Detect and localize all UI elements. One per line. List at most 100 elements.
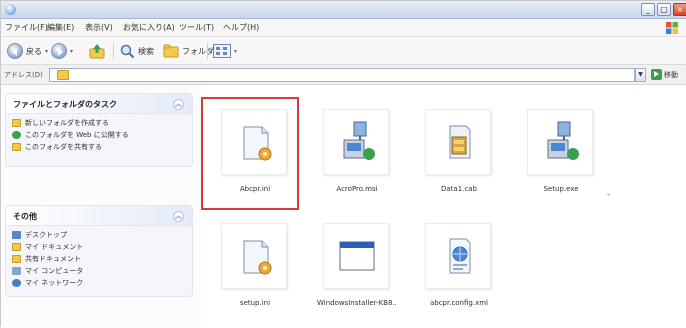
file-item[interactable]: AcroPro.msi	[317, 109, 397, 205]
globe-icon	[12, 131, 21, 139]
title-bar: _ □ ×	[1, 1, 686, 19]
file-name: Data1.cab	[441, 185, 477, 193]
views-grid-icon	[213, 44, 231, 58]
search-button[interactable]: 検索	[119, 41, 154, 61]
address-bar: アドレス(D) ▼ 移動	[1, 65, 686, 85]
selection-highlight-box	[201, 97, 299, 210]
place-desktop[interactable]: デスクトップ	[12, 230, 192, 240]
search-icon	[120, 44, 135, 59]
file-name: Setup.exe	[543, 185, 579, 193]
folder-icon	[57, 70, 69, 80]
installer-msi-icon	[343, 121, 375, 160]
file-tasks-header[interactable]: ファイルとフォルダのタスク ︽	[6, 94, 192, 114]
place-my-documents[interactable]: マイ ドキュメント	[12, 242, 192, 252]
task-label: このフォルダを Web に公開する	[25, 131, 129, 139]
go-button[interactable]: 移動	[651, 69, 678, 80]
other-places-header[interactable]: その他 ︽	[6, 206, 192, 226]
file-thumbnail	[527, 109, 593, 175]
chevron-down-icon: ▾	[234, 47, 238, 55]
forward-button[interactable]: ▾	[51, 41, 73, 61]
menu-help[interactable]: ヘルプ(H)	[223, 22, 259, 33]
file-item[interactable]: Data1.cab	[419, 109, 499, 205]
place-label: デスクトップ	[25, 231, 67, 239]
other-places-panel: その他 ︽ デスクトップ マイ ドキュメント 共有ドキュメント マイ コンピュー…	[5, 205, 193, 297]
file-item[interactable]: WindowsInstaller-KB8...	[317, 223, 397, 319]
file-item[interactable]: setup.ini	[215, 223, 295, 319]
other-places-title: その他	[13, 212, 37, 221]
menu-bar: ファイル(F) 編集(E) 表示(V) お気に入り(A) ツール(T) ヘルプ(…	[1, 19, 686, 37]
task-share-folder[interactable]: このフォルダを共有する	[12, 142, 192, 152]
toolbar-separator	[113, 43, 114, 59]
network-icon	[12, 279, 21, 287]
task-label: このフォルダを共有する	[25, 143, 102, 151]
place-label: マイ ネットワーク	[25, 279, 84, 287]
file-item[interactable]: abcpr.config.xml	[419, 223, 499, 319]
folders-icon	[163, 44, 179, 58]
collapse-chevron-icon[interactable]: ︽	[173, 99, 184, 110]
menu-file[interactable]: ファイル(F)	[5, 22, 48, 33]
window-app-icon	[339, 241, 375, 271]
desktop-icon	[12, 231, 21, 239]
file-thumbnail	[425, 223, 491, 289]
task-new-folder[interactable]: 新しいフォルダを作成する	[12, 118, 192, 128]
menu-view[interactable]: 表示(V)	[85, 22, 113, 33]
installer-exe-icon	[547, 121, 579, 160]
stray-mark: -	[607, 190, 610, 199]
file-name: setup.ini	[239, 299, 271, 307]
task-publish-web[interactable]: このフォルダを Web に公開する	[12, 130, 192, 140]
file-thumbnail	[323, 109, 389, 175]
windows-flag-icon	[666, 22, 678, 34]
file-name: AcroPro.msi	[336, 185, 378, 193]
toolbar: 戻る ▾ ▾ 検索 フォルダ ▾	[1, 37, 686, 65]
new-folder-icon	[12, 119, 21, 127]
address-label: アドレス(D)	[4, 71, 43, 79]
ini-settings-icon	[243, 240, 272, 275]
cabinet-icon	[449, 125, 471, 159]
back-button[interactable]: 戻る ▾	[7, 41, 48, 61]
task-label: 新しいフォルダを作成する	[25, 119, 109, 127]
minimize-button[interactable]: _	[641, 3, 655, 16]
file-thumbnail	[323, 223, 389, 289]
collapse-chevron-icon[interactable]: ︽	[173, 211, 184, 222]
forward-arrow-icon	[51, 43, 67, 59]
views-button[interactable]: ▾	[213, 41, 237, 61]
place-my-computer[interactable]: マイ コンピュータ	[12, 266, 192, 276]
documents-folder-icon	[12, 243, 21, 251]
file-name: abcpr.config.xml	[429, 299, 489, 307]
place-label: マイ コンピュータ	[25, 267, 84, 275]
maximize-button[interactable]: □	[657, 3, 671, 16]
back-label: 戻る	[26, 46, 42, 56]
place-label: 共有ドキュメント	[25, 255, 81, 263]
shared-folder-icon	[12, 143, 21, 151]
file-thumbnail	[221, 223, 287, 289]
file-tasks-panel: ファイルとフォルダのタスク ︽ 新しいフォルダを作成する このフォルダを Web…	[5, 93, 193, 167]
chevron-down-icon: ▾	[45, 47, 49, 55]
task-pane: ファイルとフォルダのタスク ︽ 新しいフォルダを作成する このフォルダを Web…	[1, 85, 201, 328]
explorer-window: _ □ × ファイル(F) 編集(E) 表示(V) お気に入り(A) ツール(T…	[0, 0, 686, 328]
file-name: WindowsInstaller-KB8...	[317, 299, 397, 307]
menu-edit[interactable]: 編集(E)	[47, 22, 74, 33]
up-folder-button[interactable]	[89, 41, 105, 61]
file-tasks-title: ファイルとフォルダのタスク	[13, 100, 117, 109]
computer-icon	[12, 267, 21, 275]
back-arrow-icon	[7, 43, 23, 59]
place-label: マイ ドキュメント	[25, 243, 84, 251]
close-button[interactable]: ×	[673, 3, 686, 16]
file-item[interactable]: Setup.exe	[521, 109, 601, 205]
address-dropdown-button[interactable]: ▼	[635, 68, 646, 82]
address-input[interactable]	[49, 68, 635, 82]
menu-tools[interactable]: ツール(T)	[179, 22, 214, 33]
place-shared-documents[interactable]: 共有ドキュメント	[12, 254, 192, 264]
menu-favorites[interactable]: お気に入り(A)	[123, 22, 175, 33]
go-arrow-icon	[651, 69, 662, 80]
place-my-network[interactable]: マイ ネットワーク	[12, 278, 192, 288]
up-folder-icon	[89, 44, 105, 59]
folders-label: フォルダ	[182, 46, 214, 56]
go-label: 移動	[664, 70, 678, 79]
window-icon	[5, 4, 16, 15]
toolbar-separator	[207, 43, 208, 59]
chevron-down-icon: ▾	[70, 47, 74, 55]
xml-web-icon	[449, 238, 471, 274]
search-label: 検索	[138, 46, 154, 56]
file-thumbnail	[425, 109, 491, 175]
